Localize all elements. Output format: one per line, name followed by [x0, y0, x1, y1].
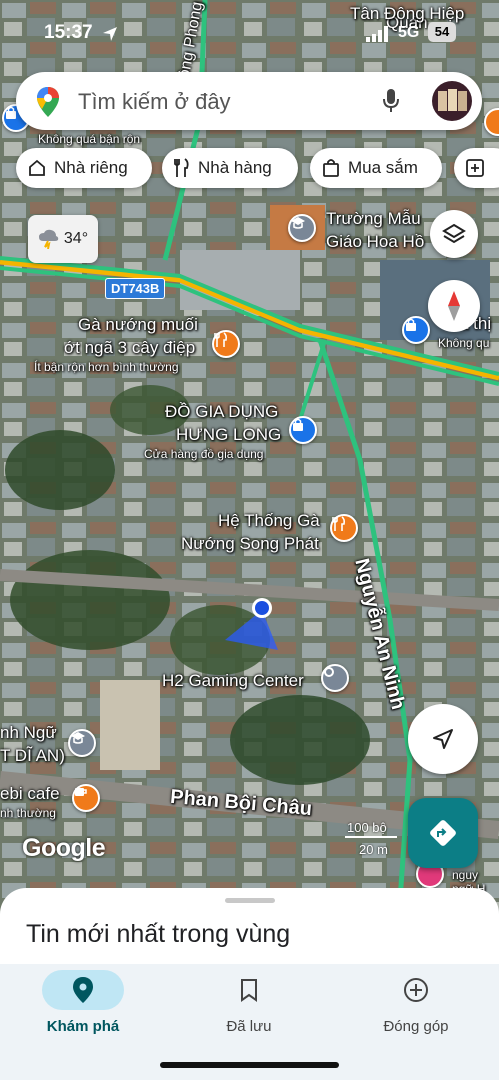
- place-label-anh-ngu-line2[interactable]: T DĨ AN): [0, 745, 65, 766]
- chip-shopping[interactable]: Mua sắm: [310, 148, 442, 188]
- place-label-gia-dung-subtitle: Cửa hàng đồ gia dụng: [144, 447, 264, 461]
- battery-indicator: 54: [428, 22, 456, 42]
- chip-shopping-label: Mua sắm: [348, 158, 418, 177]
- status-top-label: Tân Đông Hiệp: [350, 4, 465, 23]
- scale-m: 20 m: [359, 842, 388, 857]
- place-label-ga-nuong-line1[interactable]: Gà nướng muối: [78, 314, 198, 335]
- microphone-icon[interactable]: [382, 88, 400, 114]
- scale-ft: 100 bộ: [347, 820, 387, 835]
- google-attribution: Google: [22, 834, 106, 862]
- place-label-right-line2: Không qu: [438, 336, 490, 350]
- add-circle-icon: [404, 978, 428, 1002]
- nav-saved-label: Đã lưu: [226, 1018, 272, 1035]
- nav-explore-label: Khám phá: [46, 1018, 120, 1035]
- avatar[interactable]: [432, 81, 472, 121]
- place-label-school-line2[interactable]: Giáo Hoa Hồ: [326, 231, 424, 252]
- layers-button[interactable]: [430, 210, 478, 258]
- search-input[interactable]: Tìm kiếm ở đây: [78, 89, 231, 115]
- weather-temperature: 34°: [63, 230, 89, 247]
- search-bar[interactable]: Tìm kiếm ở đây: [16, 72, 482, 130]
- status-time: 15:37: [44, 22, 93, 43]
- network-label: 5G: [398, 24, 420, 41]
- place-label-gia-dung-line2[interactable]: HƯNG LONG: [176, 424, 281, 445]
- chip-more[interactable]: [454, 148, 499, 188]
- nav-contribute-label: Đóng góp: [383, 1018, 449, 1035]
- thunderstorm-icon: [38, 229, 59, 249]
- home-indicator: [160, 1062, 339, 1068]
- bookmark-icon: [241, 979, 257, 1002]
- navigation-arrow-icon: [433, 729, 453, 749]
- sheet-handle[interactable]: [225, 898, 275, 903]
- signal-icon: [366, 26, 388, 42]
- place-label-song-phat-line2[interactable]: Nướng Song Phát: [181, 533, 319, 554]
- place-label-ga-nuong-line2[interactable]: ớt ngã 3 cây điệp: [64, 337, 195, 358]
- home-icon: [28, 159, 46, 177]
- chip-restaurant[interactable]: Nhà hàng: [162, 148, 298, 188]
- layers-icon: [442, 223, 466, 244]
- school-pin-icon[interactable]: [68, 729, 96, 757]
- place-label-top-left: Không quá bận rộn: [38, 132, 141, 146]
- restaurant-pin-icon[interactable]: [212, 330, 240, 358]
- route-badge: DT743B: [105, 278, 166, 299]
- cafe-pin-icon[interactable]: [72, 784, 100, 812]
- category-chips: Nhà riêng Nhà hàng Mua sắm: [16, 148, 499, 188]
- place-label-gia-dung-line1[interactable]: ĐỒ GIA DỤNG: [165, 401, 278, 422]
- chip-restaurant-label: Nhà hàng: [198, 158, 272, 177]
- chip-home-label: Nhà riêng: [54, 158, 128, 177]
- weather-widget[interactable]: 34°: [28, 215, 98, 263]
- explore-pin-icon: [73, 977, 93, 1003]
- generic-pin-icon[interactable]: [321, 664, 349, 692]
- directions-button[interactable]: [408, 798, 478, 868]
- google-maps-pin-icon: [37, 87, 59, 117]
- compass-button[interactable]: [428, 280, 480, 332]
- restaurant-icon: [174, 158, 190, 178]
- location-arrow-icon: [103, 27, 117, 41]
- place-label-bottom-right-line1: nguy: [452, 868, 479, 882]
- place-label-ga-nuong-subtitle: Ít bận rộn hơn bình thường: [34, 360, 179, 374]
- status-bar: Tân Đông Hiệp 15:37 5G 54: [0, 4, 499, 48]
- compass-icon: [448, 291, 460, 321]
- sheet-title: Tin mới nhất trong vùng: [26, 920, 291, 948]
- shopping-bag-icon: [322, 158, 340, 178]
- place-label-ebi-cafe[interactable]: ebi cafe: [0, 783, 60, 804]
- place-label-ebi-cafe-subtitle: nh thường: [0, 806, 56, 820]
- restaurant-pin-icon[interactable]: [330, 514, 358, 542]
- shopping-pin-icon[interactable]: [402, 316, 430, 344]
- place-label-anh-ngu-line1[interactable]: nh Ngữ: [0, 722, 57, 743]
- place-label-h2-gaming[interactable]: H2 Gaming Center: [162, 670, 304, 691]
- chip-home[interactable]: Nhà riêng: [16, 148, 152, 188]
- shopping-pin-icon[interactable]: [289, 416, 317, 444]
- school-pin-icon[interactable]: [288, 214, 316, 242]
- place-label-school-line1[interactable]: Trường Mẫu: [326, 208, 421, 229]
- my-location-button[interactable]: [408, 704, 478, 774]
- pharmacy-icon: [466, 159, 484, 177]
- place-label-song-phat-line1[interactable]: Hệ Thống Gà: [218, 510, 320, 531]
- directions-icon: [430, 820, 456, 846]
